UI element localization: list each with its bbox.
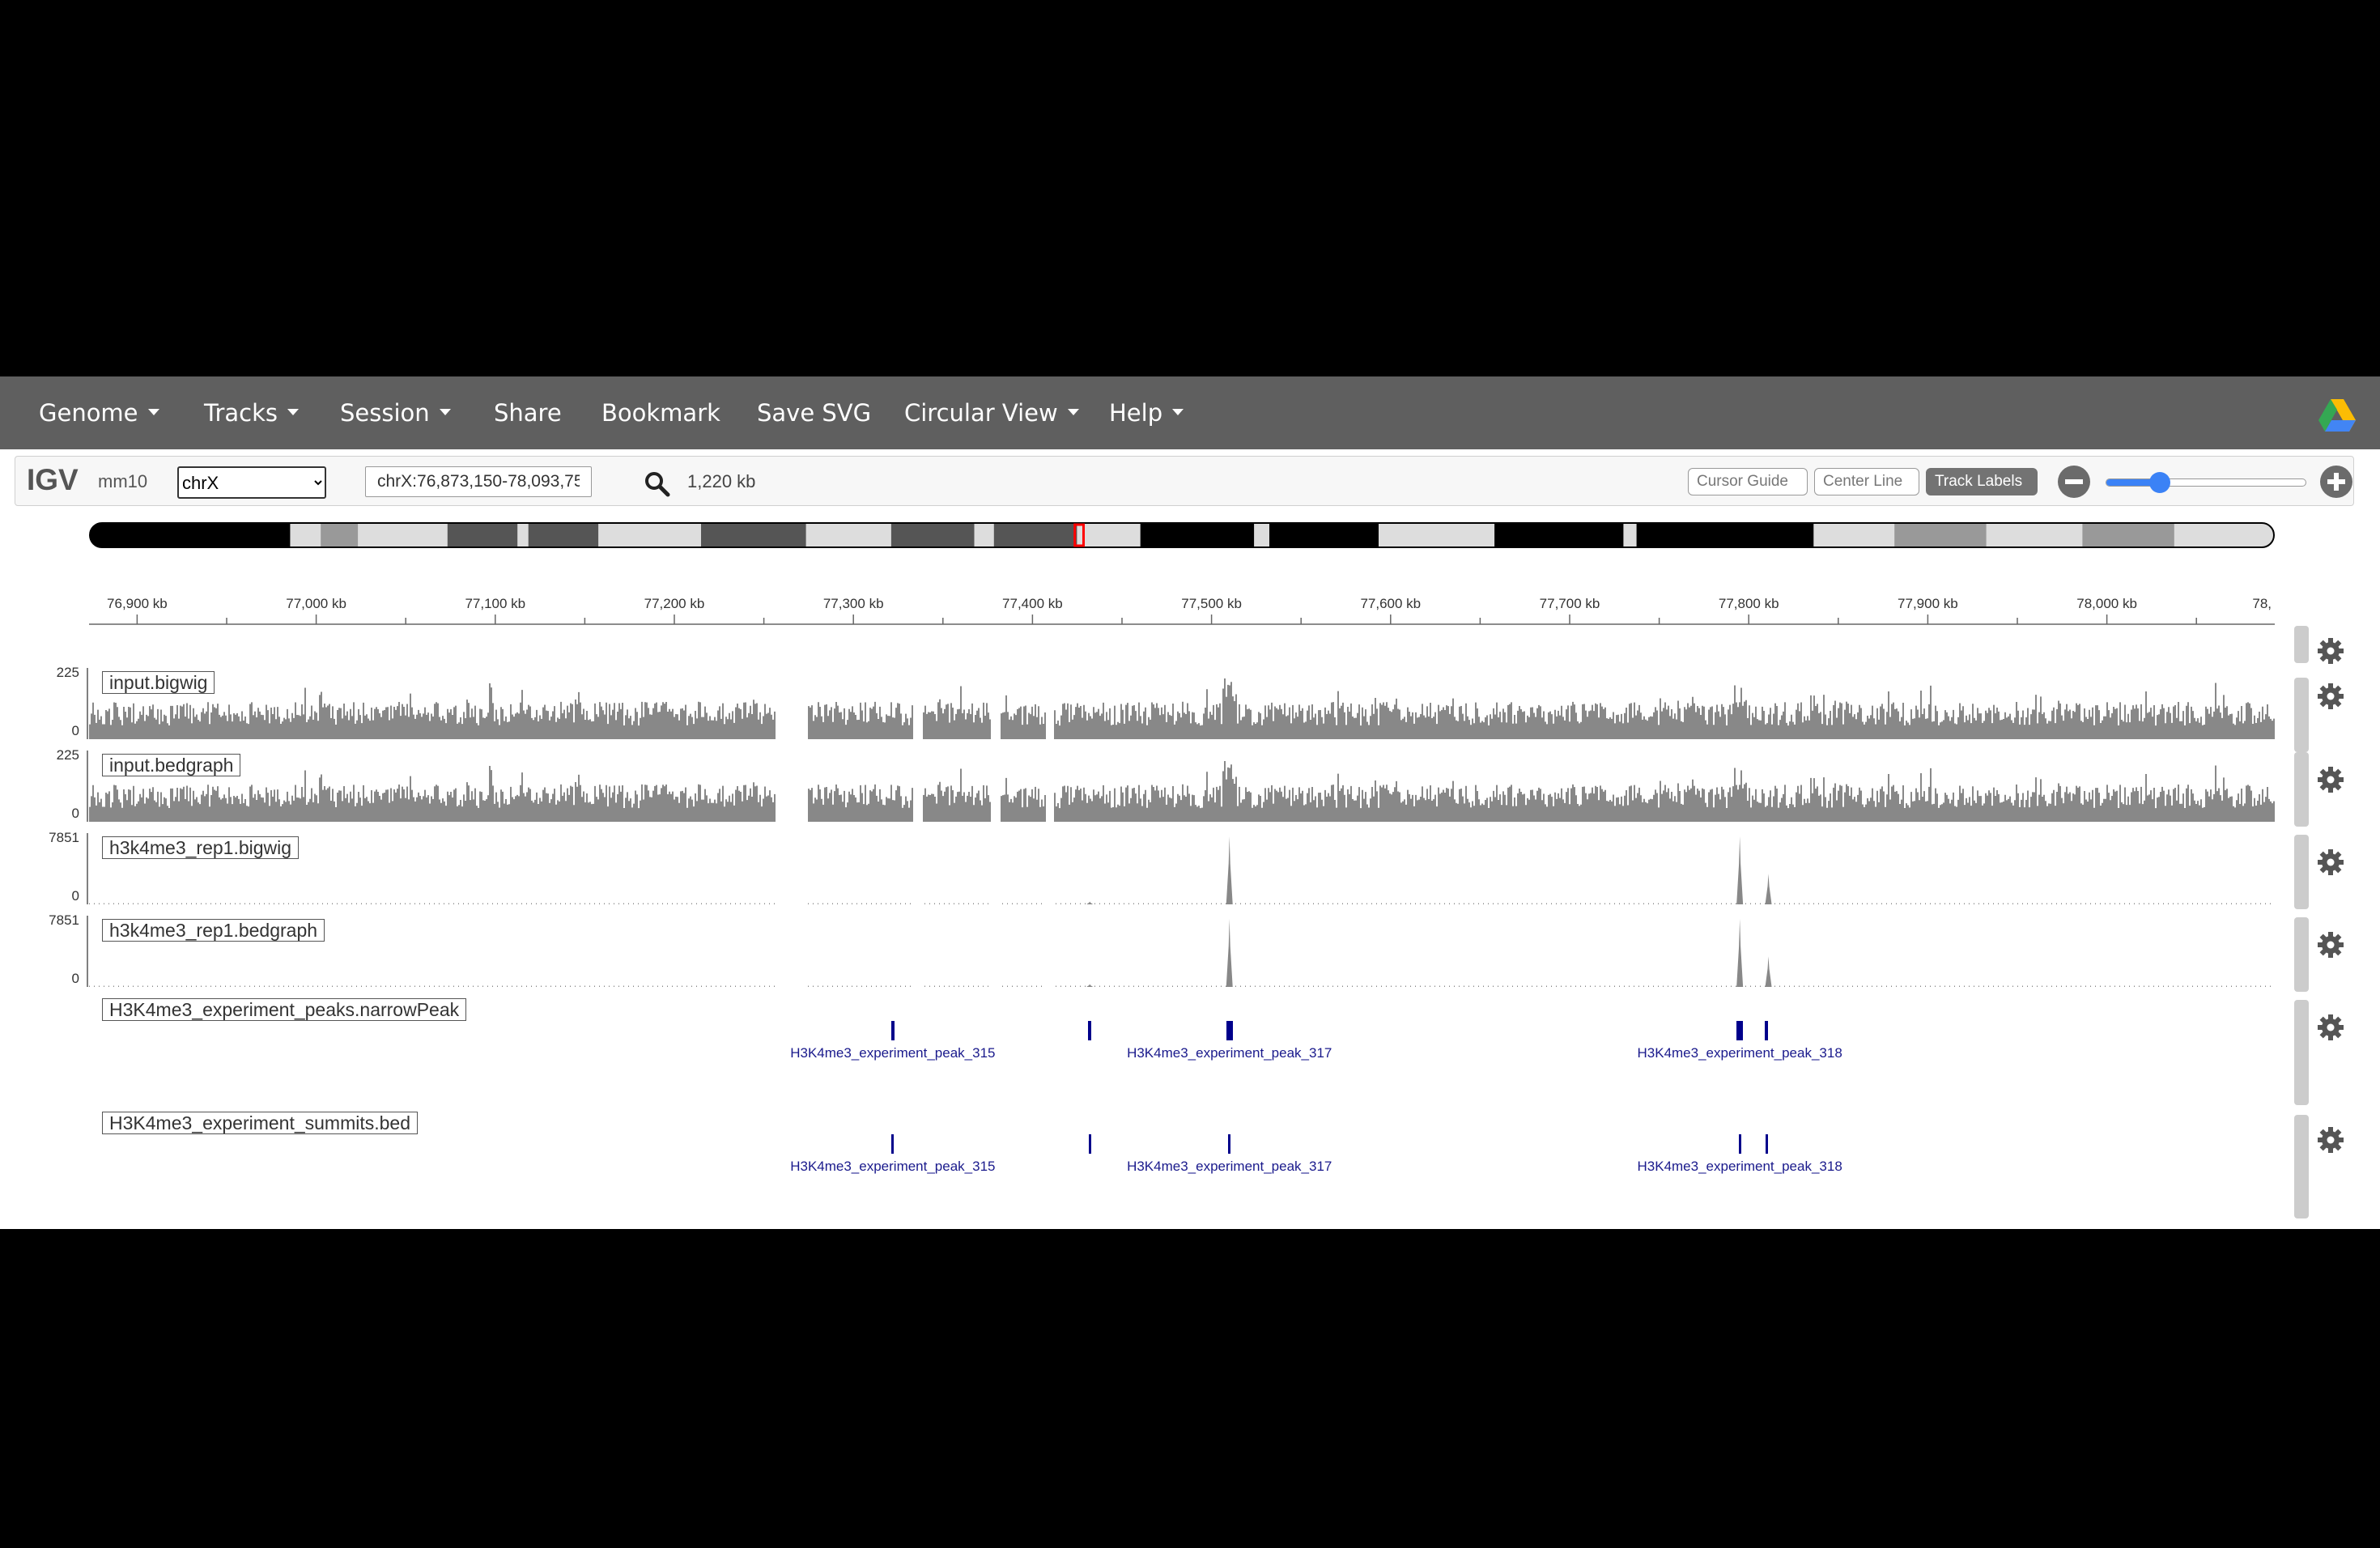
feature-label: H3K4me3_experiment_peak_318 [1637,1159,1842,1174]
track-scale-max: 225 [56,747,79,763]
feature-label: H3K4me3_experiment_peak_318 [1637,1045,1842,1061]
feature-block[interactable] [1765,1021,1769,1040]
feature-label: H3K4me3_experiment_peak_317 [1127,1159,1332,1174]
signal-bars [89,678,2275,739]
signal-bars [89,903,2271,904]
signal-bars [89,761,2275,822]
track-label[interactable]: H3K4me3_experiment_summits.bed [102,1112,419,1134]
track-scale-min: 0 [71,971,79,986]
signal-peak [1765,874,1772,904]
feature-block[interactable] [1226,1021,1233,1040]
track-scrollbar[interactable] [2294,626,2309,663]
gear-icon[interactable] [2317,683,2344,710]
feature-block[interactable] [1736,1021,1744,1040]
feature-label: H3K4me3_experiment_peak_315 [790,1159,996,1174]
track-scrollbar[interactable] [2294,678,2309,752]
feature-block[interactable] [1228,1134,1231,1154]
track-scrollbar[interactable] [2294,917,2309,992]
track-scale-max: 7851 [49,830,79,845]
feature-block[interactable] [1088,1134,1091,1154]
signal-track-plot[interactable] [81,668,2283,742]
track-label[interactable]: H3K4me3_experiment_peaks.narrowPeak [102,998,467,1021]
track-panel: input.bigwig 225 0 input.bedgraph 225 0 h3k4me… [0,376,2380,1229]
gear-icon[interactable] [2317,637,2344,665]
gear-icon[interactable] [2317,1126,2344,1154]
track-scale-min: 0 [71,888,79,904]
signal-peak [1086,984,1094,987]
igv-app: Genome Tracks Session Share Bookmark Save SVG… [0,376,2380,1229]
track-scale-min: 0 [71,806,79,821]
signal-peak [1226,836,1233,904]
track-scale-max: 225 [56,665,79,680]
feature-label: H3K4me3_experiment_peak_315 [790,1045,996,1061]
signal-peak [1736,919,1744,987]
signal-bars [89,985,2271,987]
track-scrollbar[interactable] [2294,1115,2309,1218]
track-scale-min: 0 [71,723,79,738]
track-scale-max: 7851 [49,912,79,928]
signal-track-plot[interactable] [81,751,2283,825]
feature-block[interactable] [891,1134,895,1154]
feature-block[interactable] [1765,1134,1768,1154]
gear-icon[interactable] [2317,931,2344,959]
track-scrollbar[interactable] [2294,835,2309,909]
signal-track-plot[interactable] [81,916,2283,990]
signal-peak [1226,919,1233,987]
track-scrollbar[interactable] [2294,752,2309,827]
signal-peak [1765,956,1772,987]
track-scrollbar[interactable] [2294,1000,2309,1105]
gear-icon[interactable] [2317,848,2344,876]
feature-label: H3K4me3_experiment_peak_317 [1127,1045,1332,1061]
feature-block[interactable] [1088,1021,1092,1040]
signal-peak [1086,901,1094,904]
feature-block[interactable] [890,1021,895,1040]
signal-track-plot[interactable] [81,833,2283,908]
gear-icon[interactable] [2317,766,2344,793]
signal-peak [1736,836,1744,904]
gear-icon[interactable] [2317,1014,2344,1041]
feature-block[interactable] [1738,1134,1741,1154]
